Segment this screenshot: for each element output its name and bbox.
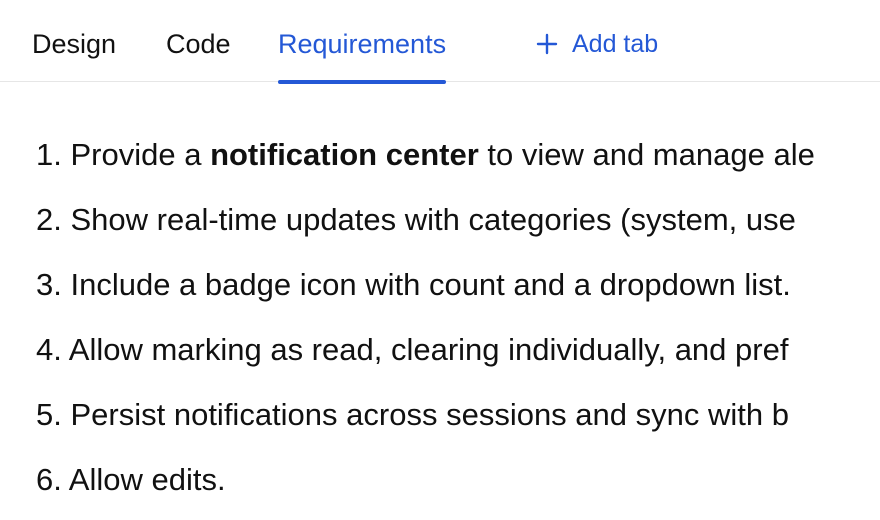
requirement-number: 2.: [36, 202, 62, 237]
requirement-text: Persist notifications across sessions an…: [70, 397, 789, 432]
add-tab-label: Add tab: [572, 29, 659, 58]
tab-design[interactable]: Design: [32, 26, 116, 62]
requirement-number: 4.: [36, 332, 62, 367]
requirement-text: Show real-time updates with categories (…: [70, 202, 796, 237]
requirement-text-after: to view and manage ale: [478, 137, 815, 172]
active-tab-indicator: [278, 80, 447, 84]
requirement-number: 5.: [36, 397, 62, 432]
tab-bar: Design Code Requirements Add tab: [0, 0, 880, 84]
tab-code[interactable]: Code: [166, 26, 231, 62]
add-tab-button[interactable]: Add tab: [536, 26, 658, 62]
tab-requirements-label: Requirements: [278, 29, 447, 59]
requirement-text: Include a badge icon with count and a dr…: [70, 267, 791, 302]
requirement-item-5: 5. Persist notifications across sessions…: [36, 382, 815, 447]
requirements-list: 1. Provide a notification center to view…: [36, 122, 815, 512]
plus-icon: [536, 33, 558, 55]
requirement-item-4: 4. Allow marking as read, clearing indiv…: [36, 317, 815, 382]
requirement-text-bold: notification center: [210, 137, 479, 172]
requirement-number: 6.: [36, 462, 62, 497]
requirement-text-before: Provide a: [70, 137, 211, 172]
tab-requirements[interactable]: Requirements: [278, 26, 447, 84]
requirement-item-3: 3. Include a badge icon with count and a…: [36, 252, 815, 317]
requirement-text: Allow edits.: [68, 462, 226, 497]
requirement-number: 1.: [36, 137, 62, 172]
requirement-text: Allow marking as read, clearing individu…: [68, 332, 789, 367]
requirement-item-6: 6. Allow edits.: [36, 447, 815, 512]
requirement-number: 3.: [36, 267, 62, 302]
requirement-item-2: 2. Show real-time updates with categorie…: [36, 187, 815, 252]
requirement-item-1: 1. Provide a notification center to view…: [36, 122, 815, 187]
